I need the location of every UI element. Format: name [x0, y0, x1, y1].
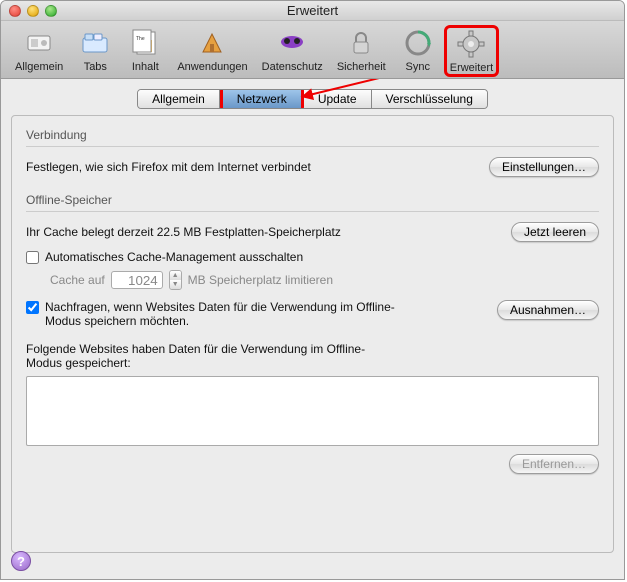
gear-icon: [455, 28, 487, 60]
override-cache-checkbox[interactable]: [26, 251, 39, 264]
toolbar-label: Datenschutz: [262, 61, 323, 73]
toolbar-label: Inhalt: [132, 61, 159, 73]
toolbar-label: Erweitert: [450, 62, 493, 74]
cache-size-stepper[interactable]: ▲ ▼: [169, 270, 182, 290]
switch-icon: [23, 27, 55, 59]
tab-datenschutz[interactable]: Datenschutz: [256, 25, 329, 75]
offline-ask-label: Nachfragen, wenn Websites Daten für die …: [45, 300, 396, 328]
privacy-icon: [276, 27, 308, 59]
tab-erweitert[interactable]: Erweitert: [444, 25, 499, 77]
connection-desc: Festlegen, wie sich Firefox mit dem Inte…: [26, 160, 311, 174]
subtab-netzwerk[interactable]: Netzwerk: [223, 90, 301, 108]
stepper-up-icon: ▲: [170, 271, 181, 280]
help-icon: ?: [17, 554, 25, 569]
offline-sites-list[interactable]: [26, 376, 599, 446]
clear-cache-button[interactable]: Jetzt leeren: [511, 222, 599, 242]
network-panel: Verbindung Festlegen, wie sich Firefox m…: [11, 115, 614, 553]
subtab-bar: Allgemein Netzwerk Update Verschlüsselun…: [11, 89, 614, 109]
exceptions-button[interactable]: Ausnahmen…: [497, 300, 599, 320]
cache-limit-suffix: MB Speicherplatz limitieren: [188, 273, 333, 287]
toolbar-label: Tabs: [84, 61, 107, 73]
separator: [26, 211, 599, 212]
tab-anwendungen[interactable]: Anwendungen: [171, 25, 253, 75]
toolbar-label: Allgemein: [15, 61, 63, 73]
remove-button[interactable]: Entfernen…: [509, 454, 599, 474]
tab-sicherheit[interactable]: Sicherheit: [331, 25, 392, 75]
stepper-down-icon: ▼: [170, 280, 181, 289]
highlight-annotation: Netzwerk: [220, 89, 304, 109]
cache-limit-prefix: Cache auf: [50, 273, 105, 287]
override-cache-label: Automatisches Cache-Management ausschalt…: [45, 250, 303, 264]
applications-icon: [196, 27, 228, 59]
subtab-verschluesselung[interactable]: Verschlüsselung: [372, 90, 487, 108]
subtab-update[interactable]: Update: [304, 90, 372, 108]
connection-heading: Verbindung: [26, 128, 599, 142]
offline-heading: Offline-Speicher: [26, 193, 599, 207]
cache-size-input[interactable]: [111, 271, 163, 289]
settings-button[interactable]: Einstellungen…: [489, 157, 599, 177]
tab-inhalt[interactable]: The Inhalt: [121, 25, 169, 75]
separator: [26, 146, 599, 147]
help-button[interactable]: ?: [11, 551, 31, 571]
svg-text:The: The: [136, 36, 145, 42]
tab-allgemein[interactable]: Allgemein: [9, 25, 69, 75]
toolbar-label: Sync: [406, 61, 430, 73]
sync-icon: [402, 27, 434, 59]
toolbar-label: Sicherheit: [337, 61, 386, 73]
toolbar-label: Anwendungen: [177, 61, 247, 73]
stored-sites-label: Folgende Websites haben Daten für die Ve…: [26, 342, 396, 370]
content-area: Allgemein Netzwerk Update Verschlüsselun…: [1, 79, 624, 579]
tab-tabs[interactable]: Tabs: [71, 25, 119, 75]
toolbar: Allgemein Tabs The Inhalt Anwendungen Da…: [1, 21, 624, 79]
subtab-allgemein[interactable]: Allgemein: [138, 90, 220, 108]
titlebar: Erweitert: [1, 1, 624, 21]
content-icon: The: [129, 27, 161, 59]
security-icon: [345, 27, 377, 59]
preferences-window: Erweitert Allgemein Tabs The Inhalt Anwe: [0, 0, 625, 580]
tab-sync[interactable]: Sync: [394, 25, 442, 75]
offline-ask-checkbox[interactable]: [26, 301, 39, 314]
window-title: Erweitert: [1, 3, 624, 18]
cache-usage-text: Ihr Cache belegt derzeit 22.5 MB Festpla…: [26, 225, 341, 239]
tabs-icon: [79, 27, 111, 59]
